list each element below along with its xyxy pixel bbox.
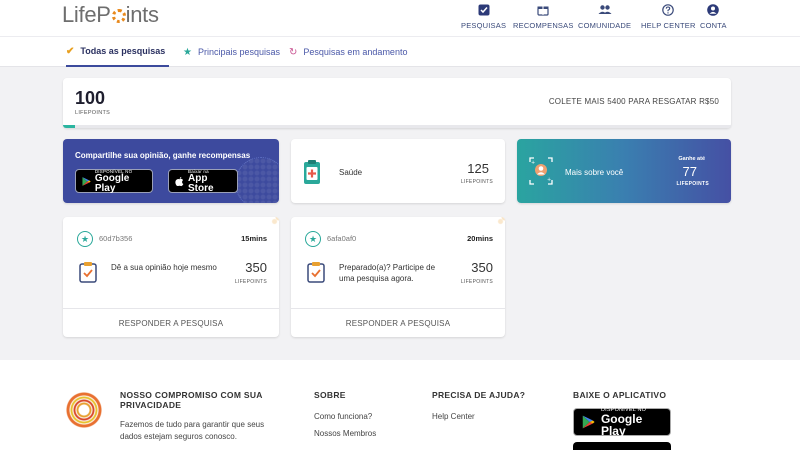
survey-points-label: LIFEPOINTS bbox=[460, 279, 493, 285]
privacy-text: Fazemos de tudo para garantir que seus d… bbox=[120, 420, 265, 441]
profile-survey-card[interactable]: + + Mais sobre você Ganhe até 77 LIFEPOI… bbox=[517, 139, 731, 203]
lifepoints-logo[interactable]: LifeP ints bbox=[62, 2, 159, 28]
nav-label: PESQUISAS bbox=[461, 21, 507, 30]
clipboard-icon bbox=[307, 262, 325, 283]
profile-card-title: Mais sobre você bbox=[565, 168, 624, 177]
tab-pesquisas-em-andamento[interactable]: ↻ Pesquisas em andamento bbox=[289, 37, 407, 67]
survey-tabs: ✔ Todas as pesquisas ★ Principais pesqui… bbox=[0, 36, 800, 67]
footer-app-store-button[interactable] bbox=[573, 442, 671, 450]
footer-link-nossos-membros[interactable]: Nossos Membros bbox=[314, 429, 376, 438]
profile-points-label: LIFEPOINTS bbox=[676, 181, 709, 187]
google-play-icon bbox=[82, 176, 91, 186]
nav-conta[interactable]: CONTA bbox=[700, 3, 727, 30]
answer-survey-button[interactable]: RESPONDER A PESQUISA bbox=[63, 309, 279, 337]
app-store-large: App Store bbox=[188, 172, 214, 194]
logo-o-ring-icon bbox=[111, 9, 126, 23]
survey-description: Dê a sua opinião hoje mesmo bbox=[111, 263, 217, 272]
survey-id: 60d7b356 bbox=[99, 234, 133, 243]
star-badge-icon: ★ bbox=[305, 231, 321, 247]
tab-todas-as-pesquisas[interactable]: ✔ Todas as pesquisas bbox=[66, 37, 169, 67]
help-icon bbox=[661, 3, 675, 17]
decorative-dots bbox=[235, 157, 279, 203]
footer: NOSSO COMPROMISO COM SUA PRIVACIDADE Faz… bbox=[0, 360, 800, 450]
tab-label: Pesquisas em andamento bbox=[303, 47, 408, 57]
footer-gplay-large: Google Play bbox=[600, 412, 643, 438]
nav-label: RECOMPENSAS bbox=[513, 21, 574, 30]
app-store-button[interactable]: Baixar na App Store bbox=[168, 169, 238, 193]
clipboard-icon bbox=[79, 262, 97, 283]
nav-comunidade[interactable]: COMUNIDADE bbox=[578, 3, 631, 30]
help-heading: PRECISA DE AJUDA? bbox=[432, 390, 526, 400]
survey-description: Preparado(a)? Participe de uma pesquisa … bbox=[339, 263, 436, 283]
survey-points-label: LIFEPOINTS bbox=[234, 279, 267, 285]
tab-label: Principais pesquisas bbox=[197, 47, 281, 57]
survey-points: 350 bbox=[245, 260, 267, 275]
svg-text:+: + bbox=[547, 177, 551, 183]
svg-text:+: + bbox=[531, 160, 535, 166]
refresh-icon: ↻ bbox=[289, 46, 298, 58]
app-card-title: Compartilhe sua opinião, ganhe recompens… bbox=[75, 151, 251, 160]
answer-survey-button[interactable]: RESPONDER A PESQUISA bbox=[291, 309, 505, 337]
footer-link-help-center[interactable]: Help Center bbox=[432, 412, 475, 421]
star-badge-icon: ★ bbox=[77, 231, 93, 247]
google-play-icon bbox=[582, 415, 595, 429]
redeem-goal-text: COLETE MAIS 5400 PARA RESGATAR R$50 bbox=[548, 97, 719, 106]
account-icon bbox=[706, 3, 720, 17]
nav-help-center[interactable]: HELP CENTER bbox=[641, 3, 696, 30]
points-balance-card: 100 LIFEPOINTS COLETE MAIS 5400 PARA RES… bbox=[63, 78, 731, 128]
top-header: LifeP ints PESQUISAS RECOMPENSAS COMUNIDA… bbox=[0, 0, 800, 36]
survey-card: ★ 6afa0af0 20mins Preparado(a)? Particip… bbox=[291, 217, 505, 337]
footer-google-play-button[interactable]: DISPONÍVEL NO Google Play bbox=[573, 407, 671, 438]
survey-duration: 20mins bbox=[467, 234, 493, 243]
check-icon: ✔ bbox=[66, 45, 75, 57]
about-heading: SOBRE bbox=[314, 390, 346, 400]
logo-text-end: ints bbox=[125, 2, 159, 27]
google-play-button[interactable]: DISPONÍVEL NO Google Play bbox=[75, 169, 153, 193]
tab-principais-pesquisas[interactable]: ★ Principais pesquisas bbox=[183, 37, 280, 67]
progress-bar bbox=[63, 125, 731, 128]
survey-id: 6afa0af0 bbox=[327, 234, 357, 243]
survey-duration: 15mins bbox=[241, 234, 267, 243]
survey-points: 350 bbox=[471, 260, 493, 275]
tab-label: Todas as pesquisas bbox=[80, 46, 166, 56]
footer-link-como-funciona[interactable]: Como funciona? bbox=[314, 412, 372, 421]
nav-label: COMUNIDADE bbox=[578, 21, 632, 30]
points-balance: 100 bbox=[75, 88, 106, 108]
survey-card: ★ 60d7b356 15mins Dê a sua opinião hoje … bbox=[63, 217, 279, 337]
progress-fill bbox=[63, 125, 76, 128]
lifepoints-sun-logo-icon bbox=[64, 390, 104, 430]
category-label: Saúde bbox=[339, 168, 363, 177]
profile-frame-icon: + + bbox=[529, 157, 553, 185]
nav-label: CONTA bbox=[700, 21, 727, 30]
category-points: 125 bbox=[467, 161, 489, 176]
google-play-large: Google Play bbox=[94, 172, 130, 194]
category-card-saude[interactable]: Saúde 125 LIFEPOINTS bbox=[291, 139, 505, 203]
profile-points: 77 bbox=[682, 164, 697, 179]
people-icon bbox=[598, 3, 612, 17]
privacy-heading: NOSSO COMPROMISO COM SUA PRIVACIDADE bbox=[120, 390, 263, 410]
apple-icon bbox=[175, 176, 184, 186]
profile-earn-label: Ganhe até bbox=[678, 156, 705, 162]
nav-pesquisas[interactable]: PESQUISAS bbox=[461, 3, 506, 30]
medical-clipboard-icon bbox=[304, 160, 320, 184]
download-app-card: Compartilhe sua opinião, ganhe recompens… bbox=[63, 139, 279, 203]
points-balance-label: LIFEPOINTS bbox=[75, 110, 111, 116]
nav-label: HELP CENTER bbox=[641, 21, 696, 30]
category-points-label: LIFEPOINTS bbox=[460, 179, 493, 185]
nav-recompensas[interactable]: RECOMPENSAS bbox=[513, 3, 574, 30]
star-icon: ★ bbox=[183, 46, 192, 58]
checkbox-icon bbox=[477, 3, 491, 17]
logo-text-start: LifeP bbox=[62, 2, 111, 27]
app-download-heading: BAIXE O APLICATIVO bbox=[573, 390, 667, 400]
gift-icon bbox=[536, 3, 550, 17]
